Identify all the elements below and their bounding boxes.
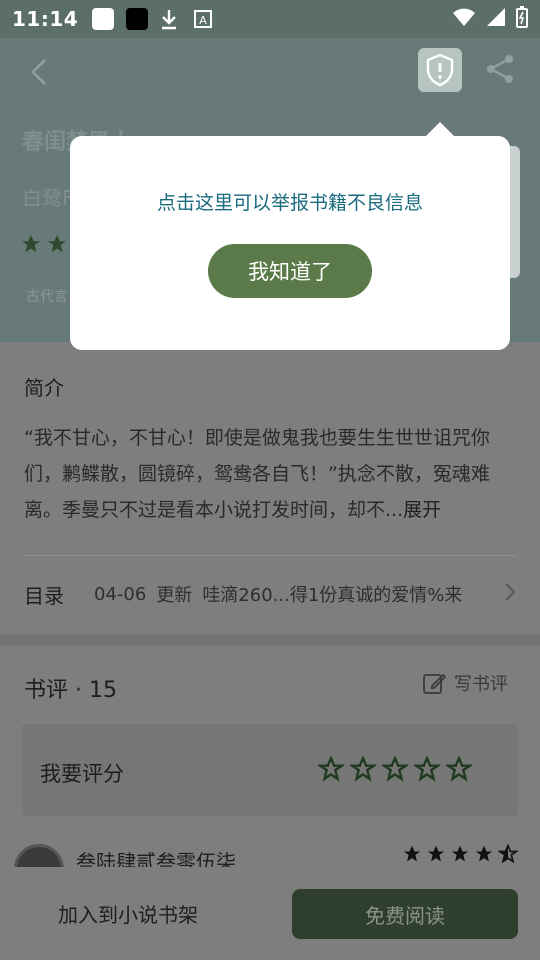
- bottom-action-bar: 加入到小说书架 免费阅读: [0, 867, 540, 960]
- star-outline-icon[interactable]: [414, 756, 440, 782]
- section-separator: [0, 634, 540, 646]
- back-arrow-icon: [31, 59, 46, 85]
- rate-label: 我要评分: [40, 762, 124, 786]
- star-outline-icon[interactable]: [350, 756, 376, 782]
- table-of-contents-row[interactable]: 目录 04-06 更新 哇滴260...得1份真诚的爱情%来: [24, 574, 516, 614]
- review-rating-stars: [402, 844, 518, 864]
- intro-text: “我不甘心，不甘心！即使是做鬼我也要生生世世诅咒你们，鹣鲽散，圆镜碎，鸳鸯各自飞…: [24, 420, 516, 528]
- shield-alert-icon: [426, 53, 454, 87]
- back-button[interactable]: [24, 56, 56, 88]
- notification-black-square-icon: [126, 8, 149, 30]
- toc-latest-chapter: 哇滴260...得1份真诚的爱情%来: [202, 585, 463, 606]
- toc-update-date: 04-06: [94, 583, 147, 605]
- edit-icon: [423, 673, 446, 694]
- font-a-icon: A: [194, 10, 213, 28]
- star-outline-icon[interactable]: [318, 756, 344, 782]
- got-it-button[interactable]: 我知道了: [208, 244, 372, 298]
- star-outline-icon[interactable]: [382, 756, 408, 782]
- rate-stars[interactable]: [318, 756, 472, 782]
- report-tip-dialog: 点击这里可以举报书籍不良信息 我知道了: [70, 136, 510, 350]
- write-review-label: 写书评: [454, 674, 508, 695]
- battery-icon: [516, 6, 528, 32]
- chevron-right-icon: [504, 582, 516, 606]
- reviews-title: 书评 · 15: [24, 678, 117, 703]
- expand-link[interactable]: 展开: [403, 499, 441, 521]
- review-item: 叁陆肆贰叁零伍柒: [14, 840, 524, 894]
- star-half-icon: [498, 844, 518, 864]
- signal-icon: [486, 7, 506, 31]
- toc-update-label: 更新: [156, 585, 193, 606]
- star-icon: [47, 234, 67, 253]
- star-icon: [403, 845, 421, 862]
- star-icon: [21, 234, 41, 253]
- intro-heading: 简介: [24, 376, 64, 400]
- book-category-tag: 古代言: [26, 289, 68, 305]
- share-button[interactable]: [484, 53, 516, 85]
- download-icon: [160, 8, 178, 30]
- divider: [24, 555, 516, 556]
- svg-text:A: A: [199, 14, 207, 27]
- wifi-icon: [452, 7, 476, 31]
- notification-square-icon: [92, 8, 115, 30]
- status-time: 11:14: [12, 7, 79, 31]
- report-button[interactable]: [418, 48, 462, 92]
- share-icon: [487, 55, 513, 83]
- star-icon: [475, 845, 493, 862]
- add-to-shelf-button[interactable]: 加入到小说书架: [58, 899, 198, 928]
- star-icon: [451, 845, 469, 862]
- free-read-button[interactable]: 免费阅读: [292, 889, 518, 939]
- star-outline-icon[interactable]: [446, 756, 472, 782]
- star-icon: [427, 845, 445, 862]
- book-rating-stars: [20, 233, 68, 255]
- write-review-button[interactable]: 写书评: [422, 670, 508, 696]
- status-bar: 11:14 A: [0, 0, 540, 38]
- book-author: 白鹭F: [22, 186, 74, 210]
- rate-box: 我要评分: [22, 724, 518, 816]
- report-tip-message: 点击这里可以举报书籍不良信息: [156, 192, 423, 214]
- toc-label: 目录: [24, 583, 64, 608]
